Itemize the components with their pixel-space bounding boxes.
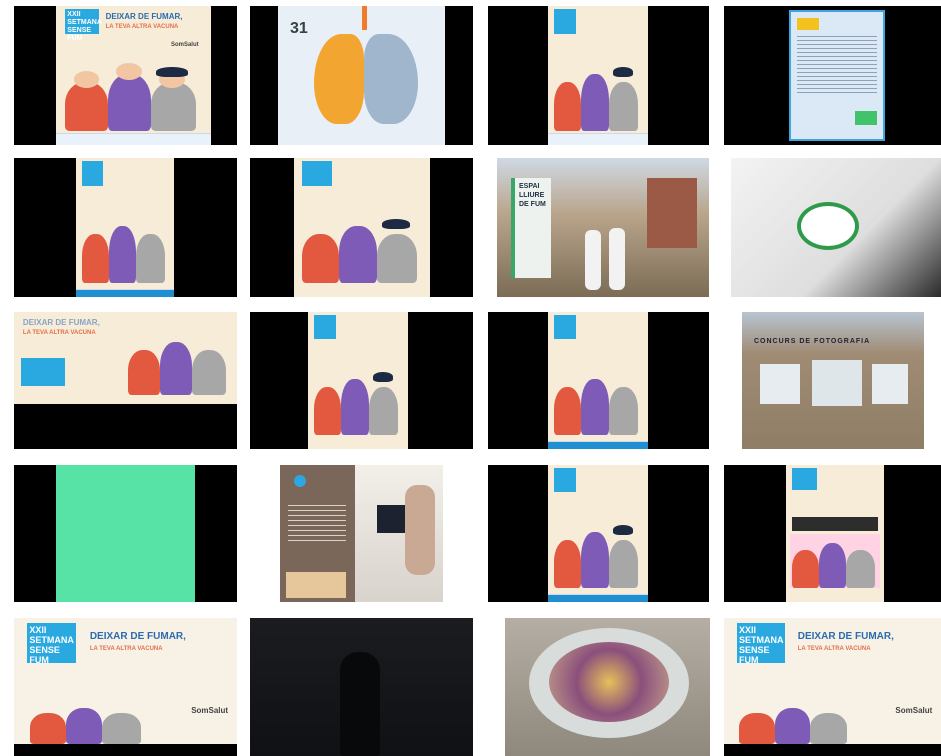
gallery-thumbnail[interactable] <box>724 465 941 602</box>
dark-stage-photo <box>250 618 473 756</box>
poster-headline: DEIXAR DE FUMAR, LA TEVA ALTRA VACUNA <box>105 11 183 30</box>
gallery-thumbnail[interactable] <box>280 465 443 602</box>
clinic-photo <box>355 465 443 602</box>
gallery-thumbnail[interactable] <box>731 158 941 297</box>
poster-image <box>76 158 174 297</box>
poster-banner: XXII SETMANA SENSE FUM DEIXAR DE FUMAR, L… <box>14 618 237 744</box>
poster-illustration <box>552 62 644 132</box>
poster-image: XXII SETMANA SENSE FUM DEIXAR DE FUMAR, L… <box>56 6 211 145</box>
poster-banner: XXII SETMANA SENSE FUM DEIXAR DE FUMAR, L… <box>724 618 941 744</box>
right-bar <box>450 6 473 145</box>
gallery-thumbnail[interactable]: XXII SETMANA SENSE FUM DEIXAR DE FUMAR, L… <box>14 6 237 145</box>
ashtray-flowers-photo <box>505 618 710 756</box>
poster-image <box>308 312 408 449</box>
gallery-thumbnail[interactable] <box>250 312 473 449</box>
lungs-infographic: 31 <box>278 6 445 145</box>
gallery-thumbnail[interactable] <box>14 465 237 602</box>
hospital-entrance-photo: ESPAI LLIURE DE FUM <box>497 158 709 297</box>
poster-illustration <box>299 214 424 284</box>
gallery-thumbnail[interactable]: CONCURS DE FOTOGRAFIA <box>742 312 924 449</box>
gallery-thumbnail[interactable] <box>488 6 709 145</box>
gallery-thumbnail[interactable]: ESPAI LLIURE DE FUM <box>497 158 709 297</box>
lab-coat-photo <box>731 158 941 297</box>
cigarette <box>362 6 367 30</box>
poster-image <box>786 465 884 602</box>
day-label: 31 <box>290 20 308 37</box>
gallery-thumbnail[interactable] <box>250 158 473 297</box>
poster-image <box>548 465 648 602</box>
poster-badge: XXII SETMANA SENSE FUM <box>27 623 77 665</box>
gallery-thumbnail[interactable] <box>488 465 709 602</box>
poster-banner: DEIXAR DE FUMAR, LA TEVA ALTRA VACUNA <box>14 312 237 404</box>
document-image <box>789 10 885 141</box>
poster-illustration <box>62 62 205 132</box>
green-card-image <box>56 465 195 602</box>
badge-pin <box>797 202 859 250</box>
gallery-thumbnail[interactable] <box>505 618 710 756</box>
right-lung <box>364 34 418 124</box>
no-smoking-sign: ESPAI LLIURE DE FUM <box>511 178 551 278</box>
gallery-thumbnail[interactable] <box>488 312 709 449</box>
gallery-thumbnail[interactable] <box>724 6 941 145</box>
exhibition-hall-photo: CONCURS DE FOTOGRAFIA <box>742 312 924 449</box>
gallery-thumbnail[interactable] <box>14 158 237 297</box>
gallery-thumbnail[interactable]: XXII SETMANA SENSE FUM DEIXAR DE FUMAR, L… <box>724 618 941 756</box>
poster-image <box>294 158 430 297</box>
left-lung <box>314 34 364 124</box>
gallery-thumbnail[interactable]: DEIXAR DE FUMAR, LA TEVA ALTRA VACUNA <box>14 312 237 449</box>
info-card-image <box>280 465 355 602</box>
poster-badge: XXII SETMANA SENSE FUM <box>737 623 785 666</box>
poster-image <box>548 312 648 449</box>
poster-badge: XXII SETMANA SENSE FUM <box>65 8 102 42</box>
poster-illustration <box>80 214 170 284</box>
poster-image <box>548 6 648 145</box>
exhibition-banner: CONCURS DE FOTOGRAFIA <box>754 338 871 345</box>
poster-logo: SomSalut <box>170 42 199 49</box>
gallery-thumbnail[interactable]: XXII SETMANA SENSE FUM DEIXAR DE FUMAR, L… <box>14 618 237 756</box>
gallery-thumbnail[interactable]: 31 <box>250 6 473 145</box>
gallery-thumbnail[interactable] <box>250 618 473 756</box>
